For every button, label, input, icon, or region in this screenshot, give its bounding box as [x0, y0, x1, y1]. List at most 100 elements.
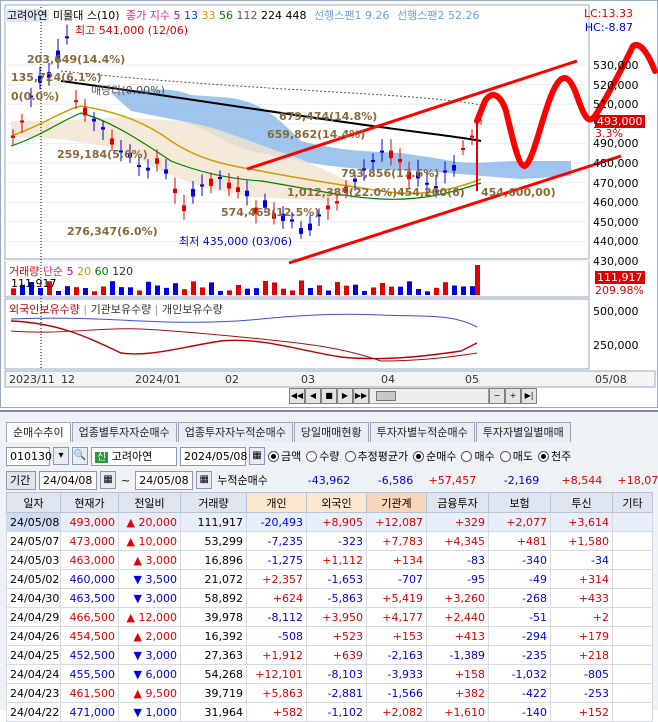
radio-thousand-shares[interactable]: 천주 [537, 448, 571, 464]
table-row[interactable]: 24/05/08 493,000 ▲ 20,000 111,917 -20,493 +8,… [6, 512, 653, 532]
header-4[interactable]: 개인 [246, 492, 307, 513]
candle-body [335, 201, 339, 204]
tab-sector-investor[interactable]: 업종별투자자순매수 [71, 422, 177, 442]
candle-body [155, 158, 159, 164]
cell-vol: 53,299 [180, 531, 247, 551]
date-input[interactable]: 2024/05/08 [180, 446, 247, 466]
ann-1: 203,649(14.4%) [27, 53, 126, 66]
radio-thousand-dot [537, 450, 549, 462]
volume-bar [245, 288, 250, 295]
table-row[interactable]: 24/05/07 473,000 ▲ 10,000 53,299 -7,235 -323 +… [6, 531, 653, 551]
table-row[interactable]: 24/04/30 463,500 ▼ 3,000 58,892 +624 -5,863 +5… [6, 588, 653, 608]
period-to-input[interactable]: 24/05/08 [135, 470, 194, 490]
table-row[interactable]: 24/05/02 460,000 ▼ 3,500 21,072 +2,357 -1,653… [6, 569, 653, 589]
cell-price: 460,000 [60, 569, 119, 589]
zoom-slider-knob[interactable] [376, 391, 396, 401]
from-calendar-icon[interactable]: ▦ [100, 471, 116, 489]
table-row[interactable]: 24/04/26 454,500 ▲ 2,000 16,392 -508 +523 +153… [6, 626, 653, 646]
search-icon[interactable]: 🔍 [72, 447, 88, 465]
ma448: 448 [285, 9, 307, 22]
table-row[interactable]: 24/05/03 463,000 ▲ 3,000 16,896 -1,275 +1,112… [6, 550, 653, 570]
table-row[interactable]: 24/04/29 466,500 ▲ 12,000 39,978 -8,112 +3,95… [6, 607, 653, 627]
cell-ind: +582 [246, 702, 307, 722]
volume-bar [290, 290, 295, 295]
cell-ind: -508 [246, 626, 307, 646]
period-label: 기간 [6, 470, 36, 490]
zoom-slider[interactable] [369, 388, 489, 404]
dropdown-icon[interactable]: ▾ [53, 447, 69, 465]
header-5[interactable]: 외국인 [306, 492, 367, 513]
radio-quantity[interactable]: 수량 [306, 448, 340, 464]
header-6[interactable]: 기관계 [366, 492, 427, 513]
table-row[interactable]: 24/04/25 452,500 ▼ 3,000 27,363 +1,912 +639 -2… [6, 645, 653, 665]
cell-fin: -83 [426, 550, 489, 570]
volume-bar [227, 290, 232, 295]
radio-avg-price-dot [344, 450, 356, 462]
table-row[interactable]: 24/04/23 461,500 ▲ 9,500 39,719 +5,863 -2,881… [6, 683, 653, 703]
cell-frn: -5,863 [306, 588, 367, 608]
candle-body [398, 158, 402, 163]
period-from-input[interactable]: 24/04/08 [39, 470, 97, 490]
table-row[interactable]: 24/04/24 455,500 ▼ 6,000 54,268 +12,101 -8,10… [6, 664, 653, 684]
radio-sell[interactable]: 매도 [499, 448, 533, 464]
header-10[interactable]: 기타 [612, 492, 653, 513]
nav-last-button[interactable]: ▶▶ [353, 388, 369, 404]
header-1[interactable]: 현재가 [60, 492, 119, 513]
tab-net-buy-trend[interactable]: 순매수추이 [6, 422, 71, 442]
cell-chg: ▲ 12,000 [118, 607, 181, 627]
nav-end-button[interactable]: ▶| [521, 388, 537, 404]
cell-ins: -3,933 [366, 664, 427, 684]
table-row[interactable]: 24/04/22 471,000 ▼ 1,000 31,964 +582 -1,102 +2… [6, 702, 653, 722]
nav-next-button[interactable]: ▶ [337, 388, 353, 404]
cell-vol: 31,964 [180, 702, 247, 722]
ann-11: 574,463(12.5%) [221, 206, 320, 219]
header-3[interactable]: 거래량 [180, 492, 247, 513]
volume-bar [110, 281, 115, 295]
volume-bar [182, 289, 187, 295]
header-9[interactable]: 투신 [550, 492, 613, 513]
cell-date: 24/05/02 [6, 569, 61, 589]
header-7[interactable]: 금융투자 [426, 492, 489, 513]
nav-first-button[interactable]: ◀◀ [289, 388, 305, 404]
cell-vol: 39,978 [180, 607, 247, 627]
tab-investor-cumulative[interactable]: 투자자별누적순매수 [369, 422, 475, 442]
cell-trust: +152 [550, 702, 613, 722]
volume-annotation: 매당라(0.00%) [91, 84, 165, 97]
header-8[interactable]: 보험 [488, 492, 551, 513]
cell-price: 466,500 [60, 607, 119, 627]
header-2[interactable]: 전일비 [118, 492, 181, 513]
tab-investor-daily[interactable]: 투자자별일별매매 [475, 422, 571, 442]
cell-vol: 16,896 [180, 550, 247, 570]
cell-ins: +153 [366, 626, 427, 646]
tab-sector-cumulative[interactable]: 업종투자자누적순매수 [177, 422, 293, 442]
tab-daily-status[interactable]: 당일매매현황 [293, 422, 369, 442]
stock-name: 고려아연 [111, 449, 153, 463]
calendar-icon[interactable]: ▦ [249, 447, 265, 465]
candle-body [146, 167, 150, 171]
zoom-in-button[interactable]: + [505, 388, 521, 404]
cell-fin: +4,345 [426, 531, 489, 551]
cell-trust: +314 [550, 569, 613, 589]
cell-ind: -20,493 [246, 512, 307, 532]
volume-bar [83, 288, 88, 295]
radio-avg-price[interactable]: 추정평균가 [344, 448, 408, 464]
candle-body [209, 178, 213, 186]
radio-amount[interactable]: 금액 [268, 448, 301, 464]
stock-code-input[interactable]: 010130 [6, 446, 52, 466]
nav-prev-button[interactable]: ◀ [305, 388, 321, 404]
price-chart[interactable]: 고려아연 미몰대 스(10) 종가 지수 5 13 33 56 112 224 … [0, 0, 658, 408]
cell-fin: +1,610 [426, 702, 489, 722]
cell-chg: ▼ 3,000 [118, 645, 181, 665]
ma5: 5 [173, 9, 181, 22]
cell-other [612, 512, 653, 532]
radio-buy[interactable]: 매수 [461, 448, 495, 464]
header-0[interactable]: 일자 [6, 492, 61, 513]
to-calendar-icon[interactable]: ▦ [196, 471, 213, 489]
volume-bar [56, 290, 61, 295]
nav-stop-button[interactable]: ■ [321, 388, 337, 404]
cell-insu: -49 [488, 569, 551, 589]
radio-net-buy[interactable]: 순매수 [413, 448, 456, 464]
cell-date: 24/04/29 [6, 607, 61, 627]
zoom-out-button[interactable]: − [489, 388, 505, 404]
cell-date: 24/05/07 [6, 531, 61, 551]
